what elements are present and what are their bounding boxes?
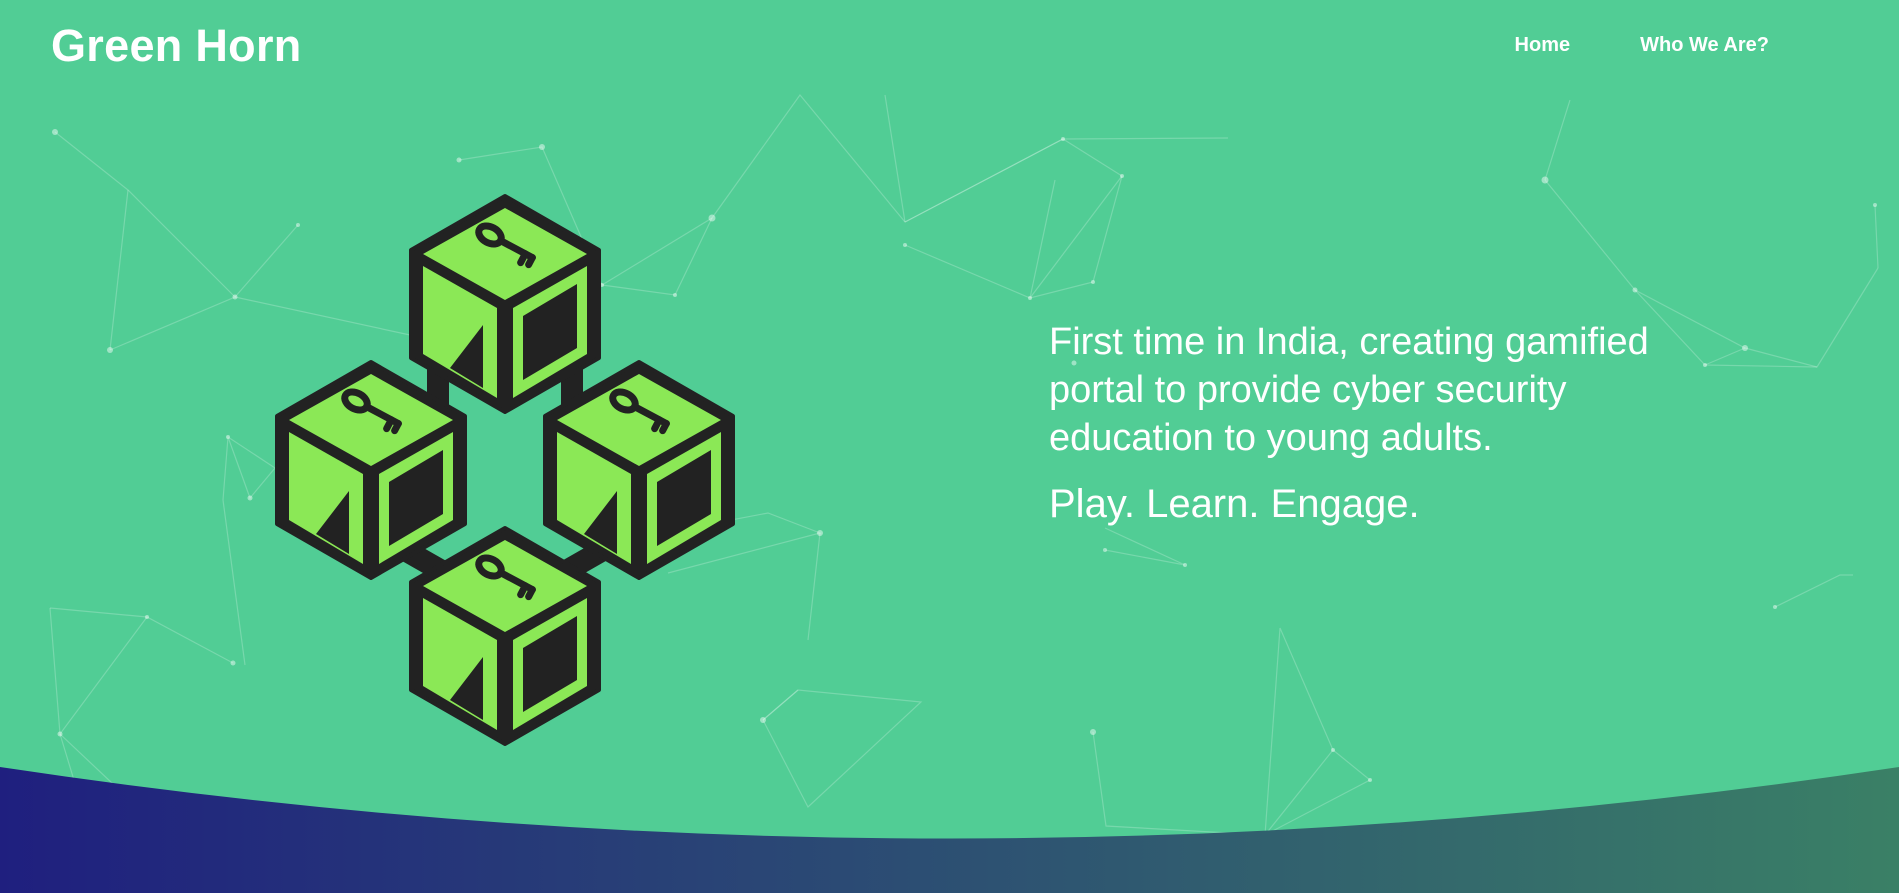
bottom-wave xyxy=(0,767,1899,893)
brand-logo-text[interactable]: Green Horn xyxy=(51,20,302,72)
hero-motto: Play. Learn. Engage. xyxy=(1049,482,1420,526)
nav-menu: Home Who We Are? xyxy=(1515,34,1769,57)
navbar: Green Horn Home Who We Are? xyxy=(0,0,1899,95)
nav-link-who-we-are[interactable]: Who We Are? xyxy=(1640,34,1769,57)
nav-link-home[interactable]: Home xyxy=(1515,34,1571,57)
blockchain-cubes-key-icon xyxy=(268,186,738,746)
hero-text: First time in India, creating gamified p… xyxy=(1049,318,1709,528)
hero-tagline: First time in India, creating gamified p… xyxy=(1049,321,1649,459)
